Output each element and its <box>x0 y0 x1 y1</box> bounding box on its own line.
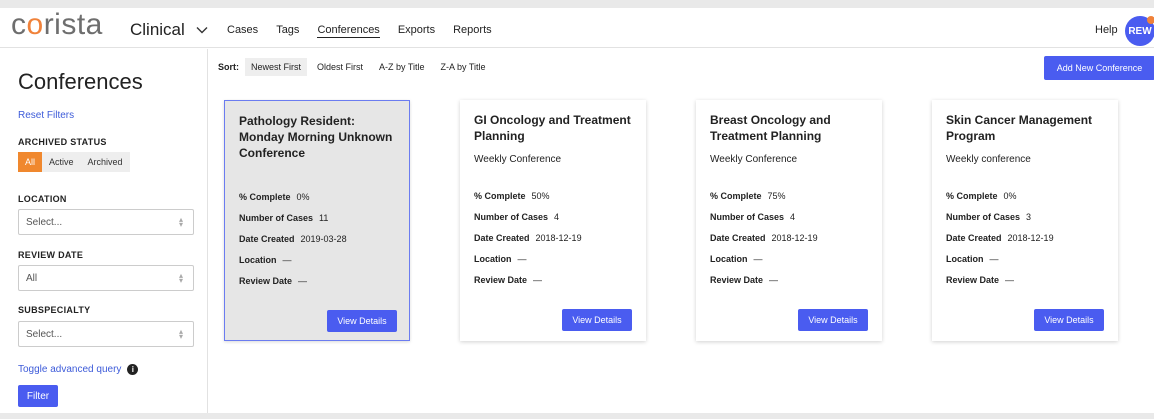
location-row: Location — <box>474 254 527 264</box>
corista-logo[interactable]: corista <box>11 10 103 40</box>
cases-row: Number of Cases 3 <box>946 212 1032 222</box>
info-icon[interactable]: i <box>127 364 139 375</box>
conference-card[interactable]: Skin Cancer Management Program Weekly co… <box>932 100 1118 341</box>
sort-a-z[interactable]: A-Z by Title <box>373 58 431 76</box>
main-nav: Cases Tags Conferences Exports Reports <box>227 24 510 38</box>
select-arrows-icon: ▴ ▾ <box>178 327 183 341</box>
conference-subtitle: Weekly Conference <box>710 154 798 165</box>
location-row: Location — <box>946 254 999 264</box>
view-details-button[interactable]: View Details <box>327 310 397 332</box>
location-row: Location — <box>710 254 763 264</box>
archived-option-archived[interactable]: Archived <box>80 152 130 172</box>
subspecialty-select-value: Select... <box>26 329 63 340</box>
view-details-button[interactable]: View Details <box>798 309 868 331</box>
nav-cases[interactable]: Cases <box>227 24 258 38</box>
select-arrows-icon: ▴ ▾ <box>178 215 183 229</box>
location-row: Location — <box>239 255 292 265</box>
toggle-advanced-query[interactable]: Toggle advanced query i <box>18 364 139 375</box>
card-details: % Complete 75% Number of Cases 4 Date Crea… <box>710 180 818 285</box>
app-frame: corista Clinical Cases Tags Conferences … <box>0 8 1154 413</box>
sort-label: Sort: <box>218 62 239 72</box>
complete-row: % Complete 75% <box>710 191 786 201</box>
conference-title[interactable]: Skin Cancer Management Program <box>946 112 1104 144</box>
sort-oldest-first[interactable]: Oldest First <box>311 58 369 76</box>
location-label: LOCATION <box>18 194 67 204</box>
sort-z-a[interactable]: Z-A by Title <box>435 58 492 76</box>
help-link[interactable]: Help <box>1095 24 1118 36</box>
conference-subtitle: Weekly Conference <box>474 154 562 165</box>
location-select[interactable]: Select... ▴ ▾ <box>18 209 194 235</box>
conference-card[interactable]: GI Oncology and Treatment Planning Weekl… <box>460 100 646 341</box>
nav-conferences[interactable]: Conferences <box>317 24 380 38</box>
reset-filters-link[interactable]: Reset Filters <box>18 110 74 121</box>
created-row: Date Created 2018-12-19 <box>710 233 818 243</box>
archived-status-toggle: All Active Archived <box>18 152 130 172</box>
conference-title[interactable]: Breast Oncology and Treatment Planning <box>710 112 868 144</box>
location-select-value: Select... <box>26 217 63 228</box>
subspecialty-label: SUBSPECIALTY <box>18 305 91 315</box>
conference-title[interactable]: Pathology Resident: Monday Morning Unkno… <box>239 113 395 161</box>
complete-row: % Complete 0% <box>239 192 310 202</box>
nav-tags[interactable]: Tags <box>276 24 299 38</box>
archived-option-all[interactable]: All <box>18 152 43 172</box>
view-details-button[interactable]: View Details <box>562 309 632 331</box>
cases-row: Number of Cases 4 <box>710 212 796 222</box>
review-date-row: Review Date — <box>474 275 543 285</box>
add-new-conference-button[interactable]: Add New Conference <box>1044 56 1154 80</box>
review-date-select-value: All <box>26 273 38 284</box>
sort-newest-first[interactable]: Newest First <box>245 58 308 76</box>
review-date-row: Review Date — <box>239 276 308 286</box>
review-date-label: REVIEW DATE <box>18 250 84 260</box>
conference-card[interactable]: Pathology Resident: Monday Morning Unkno… <box>224 100 410 341</box>
subspecialty-select[interactable]: Select... ▴ ▾ <box>18 321 194 347</box>
toggle-advanced-query-label: Toggle advanced query <box>18 364 122 375</box>
complete-row: % Complete 0% <box>946 191 1017 201</box>
created-row: Date Created 2019-03-28 <box>239 234 347 244</box>
select-arrows-icon: ▴ ▾ <box>178 271 183 285</box>
notification-dot <box>1147 16 1154 24</box>
chevron-down-icon <box>196 27 208 34</box>
cases-row: Number of Cases 11 <box>239 213 329 223</box>
created-row: Date Created 2018-12-19 <box>946 233 1054 243</box>
cases-row: Number of Cases 4 <box>474 212 560 222</box>
filter-button[interactable]: Filter <box>18 385 58 407</box>
archived-option-active[interactable]: Active <box>42 152 81 172</box>
card-details: % Complete 0% Number of Cases 11 Date Crea… <box>239 181 347 286</box>
conference-card[interactable]: Breast Oncology and Treatment Planning W… <box>696 100 882 341</box>
card-details: % Complete 50% Number of Cases 4 Date Crea… <box>474 180 582 285</box>
archived-status-label: ARCHIVED STATUS <box>18 137 107 147</box>
view-details-button[interactable]: View Details <box>1034 309 1104 331</box>
complete-row: % Complete 50% <box>474 191 550 201</box>
sort-bar: Sort: Newest First Oldest First A-Z by T… <box>218 58 496 76</box>
app-name: Clinical <box>130 20 185 39</box>
review-date-row: Review Date — <box>946 275 1015 285</box>
page-title: Conferences <box>18 69 143 94</box>
top-navbar: corista Clinical Cases Tags Conferences … <box>0 8 1154 48</box>
filter-sidebar: Conferences Reset Filters ARCHIVED STATU… <box>0 49 208 413</box>
nav-exports[interactable]: Exports <box>398 24 435 38</box>
conference-title[interactable]: GI Oncology and Treatment Planning <box>474 112 632 144</box>
nav-reports[interactable]: Reports <box>453 24 492 38</box>
review-date-row: Review Date — <box>710 275 779 285</box>
review-date-select[interactable]: All ▴ ▾ <box>18 265 194 291</box>
card-details: % Complete 0% Number of Cases 3 Date Creat… <box>946 180 1054 285</box>
app-switcher[interactable]: Clinical <box>130 20 209 40</box>
conference-subtitle: Weekly conference <box>946 154 1031 165</box>
created-row: Date Created 2018-12-19 <box>474 233 582 243</box>
